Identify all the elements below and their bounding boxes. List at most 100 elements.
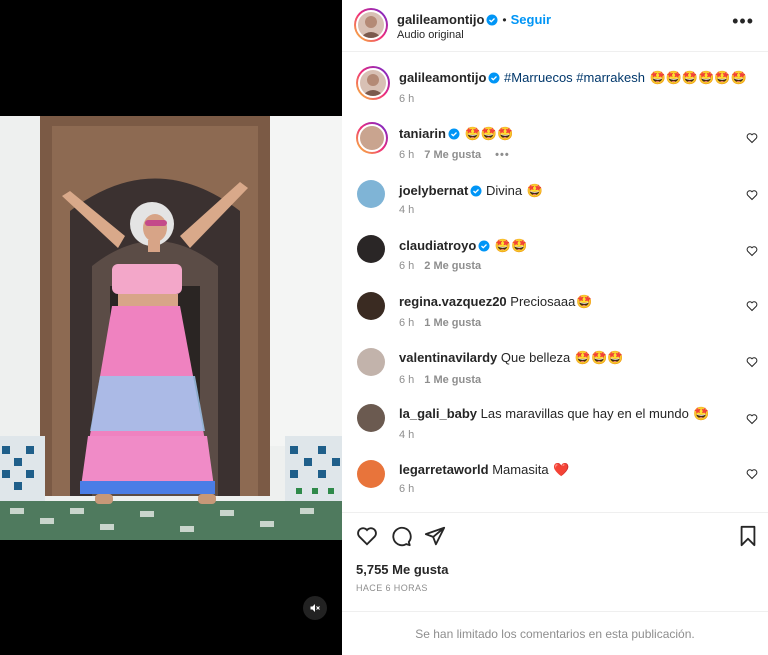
comment-meta: 6 h 7 Me gusta ••• <box>399 149 510 161</box>
comment-row: valentinavilardy Que belleza 🤩🤩🤩 6 h 1 Me… <box>342 348 768 396</box>
comment-emojis: 🤩🤩🤩 <box>464 126 514 141</box>
comment-row: legarretaworld Mamasita ❤️ 6 h <box>342 460 768 508</box>
likes-count[interactable]: 5,755 Me gusta <box>356 562 449 577</box>
comment-text: regina.vazquez20 Preciosaaa🤩 <box>399 294 593 310</box>
commenter-avatar[interactable] <box>357 235 385 263</box>
comment-likes[interactable]: 7 Me gusta <box>424 149 481 161</box>
comment-username[interactable]: valentinavilardy <box>399 350 497 365</box>
comment-meta: 6 h 1 Me gusta <box>399 317 481 329</box>
post-header: galileamontijo • Seguir Audio original ••• <box>342 0 768 52</box>
comment-row: la_gali_baby Las maravillas que hay en e… <box>342 404 768 452</box>
comment-time[interactable]: 6 h <box>399 317 414 329</box>
comment-body: Divina <box>485 183 523 198</box>
comment-bubble-icon[interactable] <box>390 525 412 547</box>
comment-username[interactable]: claudiatroyo <box>399 238 476 253</box>
comment-emojis: 🤩🤩 <box>494 238 528 253</box>
comment-body: Que belleza <box>500 350 571 365</box>
comment-time[interactable]: 4 h <box>399 429 414 441</box>
separator-dot: • <box>502 13 507 27</box>
commenter-avatar[interactable] <box>357 460 385 488</box>
follow-button[interactable]: Seguir <box>511 12 551 27</box>
caption-username[interactable]: galileamontijo <box>399 70 486 85</box>
comment-row: regina.vazquez20 Preciosaaa🤩 6 h 1 Me gus… <box>342 292 768 340</box>
comments-list: galileamontijo #Marruecos #marrakesh 🤩🤩🤩… <box>342 52 768 512</box>
like-comment-heart-icon[interactable] <box>746 300 758 312</box>
comment-meta: 4 h <box>399 429 414 441</box>
verified-badge-icon <box>448 128 460 140</box>
comment-body: Las maravillas que hay en el mundo <box>480 406 689 421</box>
comment-username[interactable]: joelybernat <box>399 183 468 198</box>
comment-time[interactable]: 6 h <box>399 149 414 161</box>
comment-emojis: 🤩 <box>693 406 710 421</box>
audio-label[interactable]: Audio original <box>397 29 464 41</box>
verified-badge-icon <box>478 240 490 252</box>
comment-meta: 6 h <box>399 483 414 495</box>
caption-row: galileamontijo #Marruecos #marrakesh 🤩🤩🤩… <box>342 66 768 110</box>
comment-time[interactable]: 6 h <box>399 374 414 386</box>
comment-emojis: 🤩 <box>526 183 543 198</box>
post-panel: galileamontijo • Seguir Audio original •••… <box>342 0 768 655</box>
share-send-icon[interactable] <box>424 525 446 547</box>
comment-row: claudiatroyo 🤩🤩 6 h 2 Me gusta <box>342 235 768 283</box>
header-line: galileamontijo • Seguir <box>397 11 551 29</box>
more-options-icon[interactable]: ••• <box>732 12 754 30</box>
author-username[interactable]: galileamontijo <box>397 12 484 27</box>
comment-username[interactable]: la_gali_baby <box>399 406 477 421</box>
like-comment-heart-icon[interactable] <box>746 189 758 201</box>
comment-likes[interactable]: 2 Me gusta <box>424 260 481 272</box>
mute-button[interactable] <box>303 596 327 620</box>
caption-emojis: 🤩🤩🤩🤩🤩🤩 <box>649 70 747 85</box>
comment-time[interactable]: 6 h <box>399 260 414 272</box>
like-comment-heart-icon[interactable] <box>746 468 758 480</box>
author-avatar[interactable] <box>354 8 388 42</box>
comments-limited-notice: Se han limitado los comentarios en esta … <box>342 611 768 655</box>
comment-time[interactable]: 6 h <box>399 483 414 495</box>
post-timestamp[interactable]: HACE 6 HORAS <box>356 583 428 593</box>
comment-text: taniarin 🤩🤩🤩 <box>399 126 513 142</box>
comment-username[interactable]: taniarin <box>399 126 446 141</box>
speaker-muted-icon <box>310 604 320 612</box>
like-comment-heart-icon[interactable] <box>746 245 758 257</box>
comment-options-icon[interactable]: ••• <box>495 149 510 161</box>
comment-text: valentinavilardy Que belleza 🤩🤩🤩 <box>399 350 623 366</box>
like-comment-heart-icon[interactable] <box>746 132 758 144</box>
caption-time[interactable]: 6 h <box>399 93 414 105</box>
comment-text: legarretaworld Mamasita ❤️ <box>399 462 569 478</box>
commenter-avatar[interactable] <box>356 122 388 154</box>
comment-likes[interactable]: 1 Me gusta <box>424 317 481 329</box>
comment-body: Mamasita <box>492 462 549 477</box>
media-pane <box>0 0 342 655</box>
commenter-avatar[interactable] <box>357 292 385 320</box>
comment-likes[interactable]: 1 Me gusta <box>424 374 481 386</box>
post-actions: 5,755 Me gusta HACE 6 HORAS Se han limit… <box>342 512 768 655</box>
verified-badge-icon <box>488 72 500 84</box>
verified-badge-icon <box>470 185 482 197</box>
like-comment-heart-icon[interactable] <box>746 413 758 425</box>
save-bookmark-icon[interactable] <box>738 525 758 547</box>
comment-meta: 6 h 2 Me gusta <box>399 260 481 272</box>
comment-username[interactable]: legarretaworld <box>399 462 489 477</box>
caption-text: galileamontijo #Marruecos #marrakesh 🤩🤩🤩… <box>399 70 747 86</box>
comment-row: joelybernat Divina 🤩 4 h <box>342 180 768 228</box>
commenter-avatar[interactable] <box>357 180 385 208</box>
comment-text: claudiatroyo 🤩🤩 <box>399 238 527 254</box>
verified-badge-icon <box>486 14 498 26</box>
comment-time[interactable]: 4 h <box>399 204 414 216</box>
comment-body: Preciosaaa <box>510 294 576 309</box>
post-photo[interactable] <box>0 116 342 540</box>
comment-text: la_gali_baby Las maravillas que hay en e… <box>399 406 710 422</box>
comment-meta: 6 h 1 Me gusta <box>399 374 481 386</box>
comment-text: joelybernat Divina 🤩 <box>399 183 543 199</box>
comment-emojis: 🤩🤩🤩 <box>574 350 624 365</box>
commenter-avatar[interactable] <box>357 348 385 376</box>
comment-emojis: 🤩 <box>576 294 593 309</box>
comment-meta: 4 h <box>399 204 414 216</box>
commenter-avatar[interactable] <box>357 404 385 432</box>
comment-row: taniarin 🤩🤩🤩 6 h 7 Me gusta ••• <box>342 122 768 170</box>
like-comment-heart-icon[interactable] <box>746 356 758 368</box>
caption-hashtags[interactable]: #Marruecos #marrakesh <box>504 70 645 85</box>
heart-emoji: ❤️ <box>553 462 570 477</box>
caption-avatar[interactable] <box>356 66 390 100</box>
comment-username[interactable]: regina.vazquez20 <box>399 294 507 309</box>
like-heart-icon[interactable] <box>356 525 378 547</box>
